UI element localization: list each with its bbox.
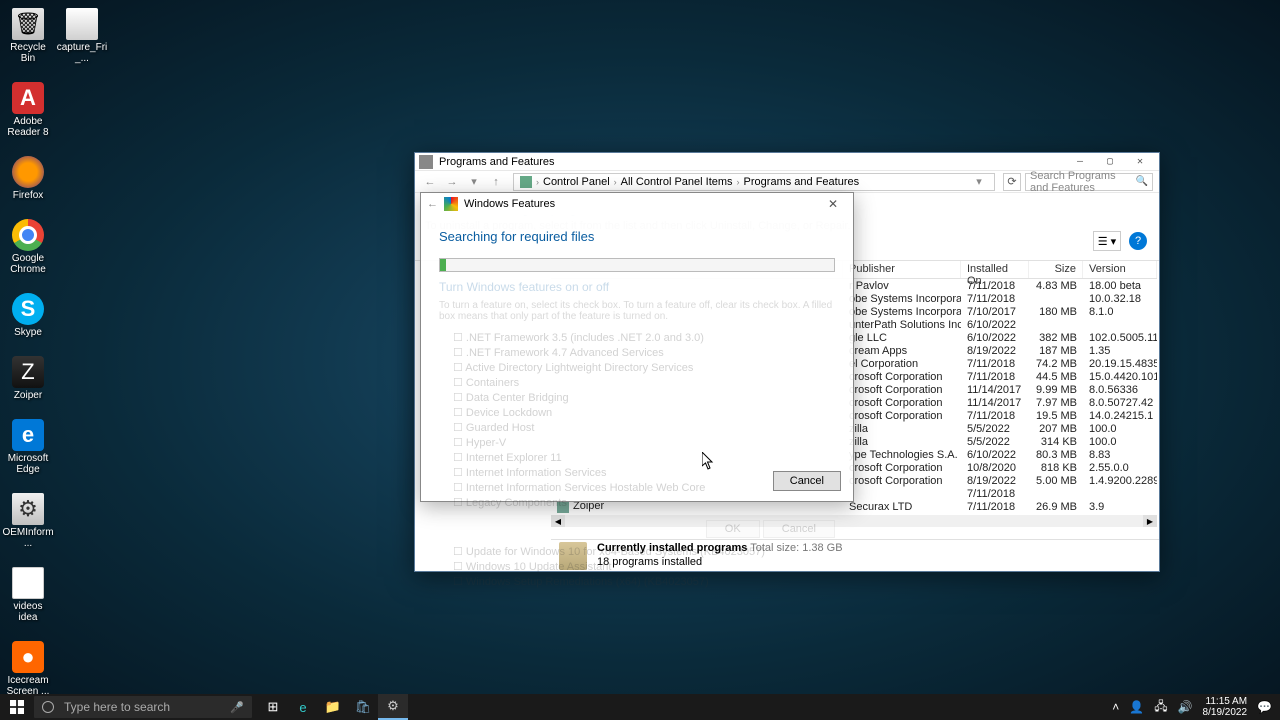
- start-button[interactable]: [0, 694, 34, 720]
- ghost-description: To turn a feature on, select its check b…: [439, 300, 835, 322]
- ghost-heading: Turn Windows features on or off: [439, 280, 835, 294]
- desktop-icon-label: Adobe Reader 8: [4, 116, 52, 138]
- history-dropdown[interactable]: ▾: [465, 173, 483, 191]
- app-icon: [12, 219, 44, 251]
- desktop-icon-label: Zoiper: [14, 390, 42, 401]
- desktop-icon-label: Microsoft Edge: [4, 453, 52, 475]
- view-options-button[interactable]: ☰ ▾: [1093, 231, 1121, 251]
- cancel-button[interactable]: Cancel: [773, 471, 841, 491]
- search-placeholder: Type here to search: [64, 700, 170, 714]
- tray-date: 8/19/2022: [1203, 707, 1248, 718]
- breadcrumb[interactable]: › Control Panel › All Control Panel Item…: [513, 173, 995, 191]
- desktop-icon[interactable]: 🗑Recycle Bin: [4, 8, 52, 64]
- tray-network-icon[interactable]: 🖧: [1154, 697, 1167, 718]
- breadcrumb-icon: [520, 176, 532, 188]
- desktop-icon-label: Google Chrome: [4, 253, 52, 275]
- app-icon: e: [12, 419, 44, 451]
- tray-volume-icon[interactable]: 🔊: [1178, 700, 1193, 714]
- mic-icon[interactable]: 🎤: [230, 701, 244, 714]
- back-button[interactable]: ←: [421, 173, 439, 191]
- taskbar-edge[interactable]: e: [288, 694, 318, 720]
- scroll-right-button[interactable]: ▶: [1143, 515, 1157, 527]
- progress-bar: [439, 258, 835, 272]
- file-icon: [66, 8, 98, 40]
- desktop-icon[interactable]: eMicrosoft Edge: [4, 419, 52, 475]
- tray-notifications-icon[interactable]: 💬: [1257, 700, 1272, 714]
- app-icon: [12, 156, 44, 188]
- desktop-icon[interactable]: ●Icecream Screen ...: [4, 641, 52, 697]
- col-version[interactable]: Version: [1083, 261, 1157, 278]
- breadcrumb-item[interactable]: All Control Panel Items: [621, 176, 733, 188]
- progress-fill: [440, 259, 446, 271]
- desktop-icon-label: videos idea: [4, 601, 52, 623]
- col-installed[interactable]: Installed On: [961, 261, 1029, 278]
- tray-clock[interactable]: 11:15 AM 8/19/2022: [1203, 696, 1248, 718]
- desktop-icon-label: Recycle Bin: [4, 42, 52, 64]
- refresh-button[interactable]: ⟳: [1003, 173, 1021, 191]
- titlebar: Programs and Features — ▢ ✕: [415, 153, 1159, 171]
- desktop-icon-label: capture_Fri_...: [56, 42, 108, 64]
- search-input[interactable]: Search Programs and Features 🔍: [1025, 173, 1153, 191]
- dialog-title: Windows Features: [464, 198, 819, 210]
- window-icon: [419, 155, 433, 169]
- navbar: ← → ▾ ↑ › Control Panel › All Control Pa…: [415, 171, 1159, 193]
- app-icon: 🗑: [12, 8, 44, 40]
- taskbar: Type here to search 🎤 ⊞ e 📁 🛍 ⚙ ˄ 👤 🖧 🔊 …: [0, 694, 1280, 720]
- app-icon: A: [12, 82, 44, 114]
- desktop-icon[interactable]: S Skype: [4, 293, 52, 338]
- search-icon: 🔍: [1136, 176, 1148, 187]
- desktop-icon[interactable]: AAdobe Reader 8: [4, 82, 52, 138]
- desktop-icon[interactable]: Firefox: [4, 156, 52, 201]
- minimize-button[interactable]: —: [1065, 153, 1095, 171]
- breadcrumb-item[interactable]: Control Panel: [543, 176, 610, 188]
- task-view-button[interactable]: ⊞: [258, 694, 288, 720]
- taskbar-store[interactable]: 🛍: [348, 694, 378, 720]
- windows-features-dialog: ← Windows Features ✕ Searching for requi…: [420, 192, 854, 502]
- window-title: Programs and Features: [439, 156, 1065, 168]
- tray-chevron-up-icon[interactable]: ˄: [1112, 700, 1119, 714]
- help-icon[interactable]: ?: [1129, 232, 1147, 250]
- search-placeholder: Search Programs and Features: [1030, 170, 1136, 194]
- col-publisher[interactable]: Publisher: [843, 261, 961, 278]
- dialog-ghost-content: Turn Windows features on or off To turn …: [439, 280, 835, 589]
- ghost-cancel-button: Cancel: [763, 520, 835, 538]
- windows-icon: [444, 197, 458, 211]
- tray-people-icon[interactable]: 👤: [1129, 700, 1144, 714]
- app-icon: Z: [12, 356, 44, 388]
- taskbar-control-panel[interactable]: ⚙: [378, 694, 408, 720]
- dialog-back-icon: ←: [427, 198, 438, 210]
- dialog-close-button[interactable]: ✕: [819, 194, 847, 214]
- forward-button[interactable]: →: [443, 173, 461, 191]
- dialog-heading: Searching for required files: [439, 229, 835, 244]
- desktop-icon-label: Skype: [14, 327, 42, 338]
- tray-time: 11:15 AM: [1203, 696, 1248, 707]
- ghost-ok-button: OK: [706, 520, 760, 538]
- app-icon: S: [12, 293, 44, 325]
- desktop-icon[interactable]: Google Chrome: [4, 219, 52, 275]
- system-tray: ˄ 👤 🖧 🔊 11:15 AM 8/19/2022 💬: [1104, 696, 1280, 718]
- desktop-icons: 🗑Recycle Bin AAdobe Reader 8 Firefox Google…: [4, 8, 52, 697]
- cortana-icon: [42, 701, 54, 713]
- taskbar-search[interactable]: Type here to search 🎤: [34, 696, 252, 718]
- app-icon: ●: [12, 641, 44, 673]
- desktop-icon[interactable]: ⚙OEMInform...: [4, 493, 52, 549]
- breadcrumb-item[interactable]: Programs and Features: [744, 176, 860, 188]
- desktop-icon[interactable]: videos idea: [4, 567, 52, 623]
- col-size[interactable]: Size: [1029, 261, 1083, 278]
- app-icon: ⚙: [12, 493, 44, 525]
- up-button[interactable]: ↑: [487, 173, 505, 191]
- close-button[interactable]: ✕: [1125, 153, 1155, 171]
- maximize-button[interactable]: ▢: [1095, 153, 1125, 171]
- desktop-icon-label: Firefox: [13, 190, 44, 201]
- desktop-icon-label: OEMInform...: [2, 527, 54, 549]
- desktop-icon-capture[interactable]: capture_Fri_...: [58, 8, 106, 64]
- desktop-icon[interactable]: Z Zoiper: [4, 356, 52, 401]
- app-icon: [12, 567, 44, 599]
- breadcrumb-dropdown[interactable]: ▾: [970, 173, 988, 191]
- taskbar-explorer[interactable]: 📁: [318, 694, 348, 720]
